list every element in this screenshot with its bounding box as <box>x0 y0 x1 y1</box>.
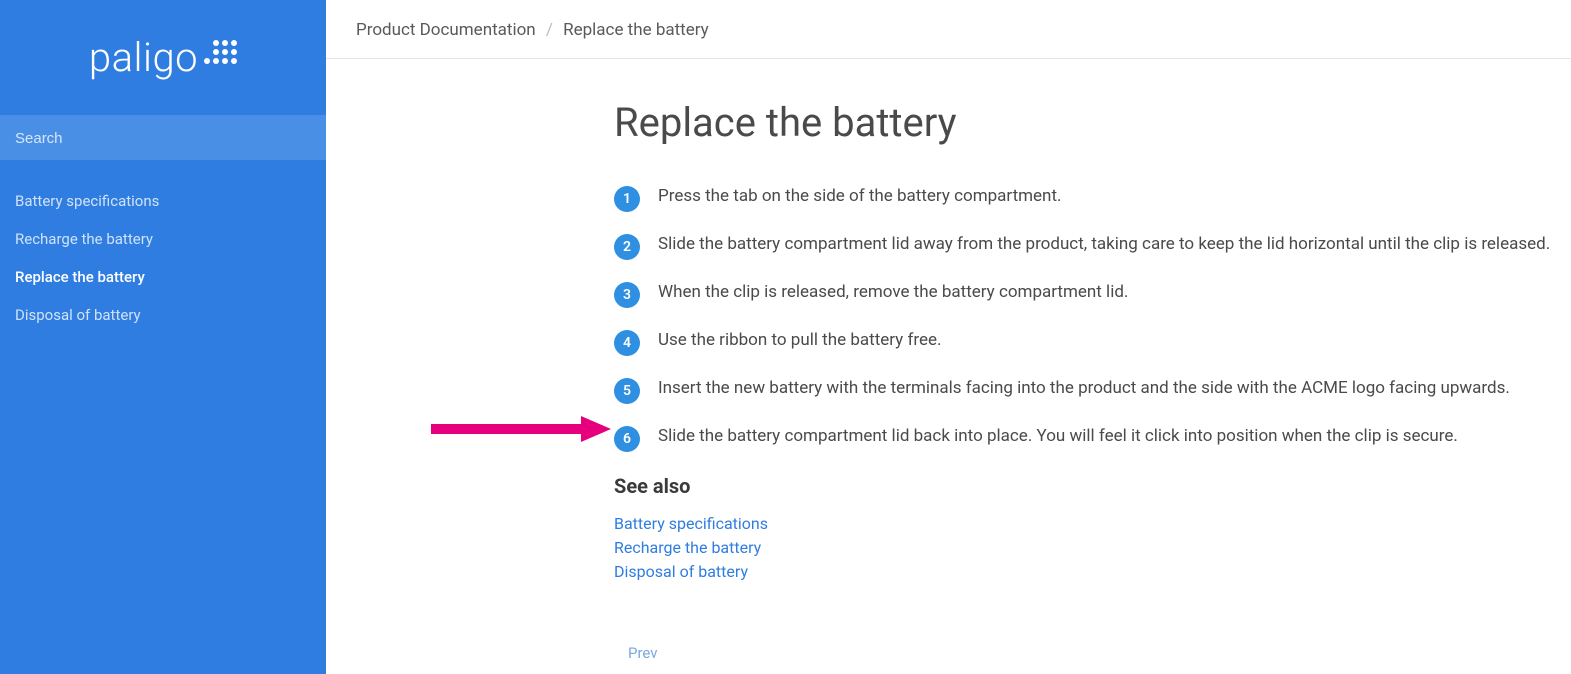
step-text: Slide the battery compartment lid away f… <box>658 234 1550 254</box>
step-text: Insert the new battery with the terminal… <box>658 378 1510 398</box>
search-input[interactable] <box>15 130 311 147</box>
sidebar-item-disposal-of-battery[interactable]: Disposal of battery <box>0 296 326 334</box>
step-text: Use the ribbon to pull the battery free. <box>658 330 941 350</box>
step-number-badge: 2 <box>614 234 640 260</box>
sidebar-nav: Battery specifications Recharge the batt… <box>0 160 326 334</box>
step-number-badge: 4 <box>614 330 640 356</box>
breadcrumb-current: Replace the battery <box>563 20 709 40</box>
breadcrumb-parent[interactable]: Product Documentation <box>356 20 536 40</box>
step-number-badge: 3 <box>614 282 640 308</box>
logo-area: paligo <box>0 0 326 115</box>
step-item: 2 Slide the battery compartment lid away … <box>614 234 1571 260</box>
content-wrap: Replace the battery 1 Press the tab on th… <box>326 59 1571 674</box>
sidebar: paligo Battery specifications Recharge t… <box>0 0 326 674</box>
step-text: When the clip is released, remove the ba… <box>658 282 1128 302</box>
see-also-link[interactable]: Battery specifications <box>614 512 1571 536</box>
see-also-links: Battery specifications Recharge the batt… <box>614 512 1571 584</box>
sidebar-item-battery-specifications[interactable]: Battery specifications <box>0 182 326 220</box>
sidebar-item-replace-the-battery[interactable]: Replace the battery <box>0 258 326 296</box>
content: Replace the battery 1 Press the tab on th… <box>614 59 1571 662</box>
step-number-badge: 6 <box>614 426 640 452</box>
breadcrumb: Product Documentation / Replace the batt… <box>326 0 1571 59</box>
prev-link[interactable]: Prev <box>628 644 658 662</box>
page-title: Replace the battery <box>614 99 1571 146</box>
annotation-arrow-icon <box>431 414 611 444</box>
step-item: 4 Use the ribbon to pull the battery free… <box>614 330 1571 356</box>
brand-name: paligo <box>89 34 198 81</box>
see-also-link[interactable]: Recharge the battery <box>614 536 1571 560</box>
brand-dots-icon <box>204 40 237 64</box>
step-item: 3 When the clip is released, remove the b… <box>614 282 1571 308</box>
breadcrumb-separator: / <box>546 20 553 40</box>
step-number-badge: 5 <box>614 378 640 404</box>
steps-list: 1 Press the tab on the side of the batter… <box>614 186 1571 452</box>
see-also-link[interactable]: Disposal of battery <box>614 560 1571 584</box>
see-also-heading: See also <box>614 474 1571 498</box>
step-number-badge: 1 <box>614 186 640 212</box>
step-text: Press the tab on the side of the battery… <box>658 186 1061 206</box>
step-item: 6 Slide the battery compartment lid back … <box>614 426 1571 452</box>
sidebar-item-recharge-the-battery[interactable]: Recharge the battery <box>0 220 326 258</box>
step-item: 5 Insert the new battery with the termina… <box>614 378 1571 404</box>
step-text: Slide the battery compartment lid back i… <box>658 426 1458 446</box>
search-box <box>0 115 326 160</box>
brand-logo: paligo <box>89 34 237 81</box>
main: Product Documentation / Replace the batt… <box>326 0 1571 674</box>
step-item: 1 Press the tab on the side of the batter… <box>614 186 1571 212</box>
